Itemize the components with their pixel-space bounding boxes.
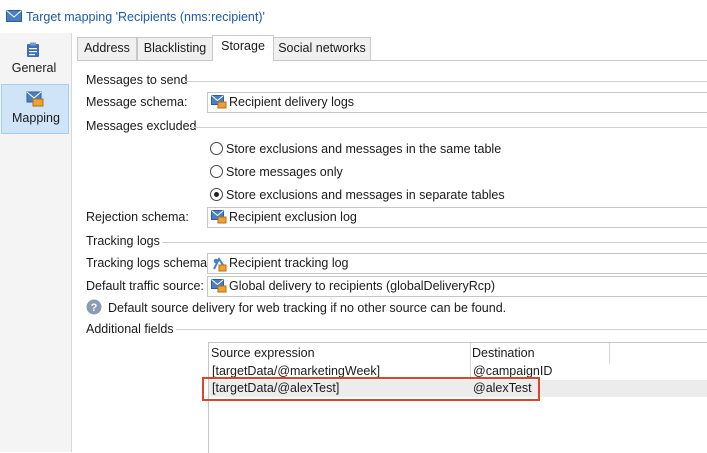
radio-separate-tables[interactable]: [210, 188, 223, 201]
clipboard-icon: [27, 42, 39, 57]
column-separator: [609, 343, 610, 364]
nav-item-general[interactable]: General: [0, 38, 68, 80]
section-messages-to-send: Messages to send: [86, 73, 188, 87]
tab-storage[interactable]: Storage: [212, 35, 274, 61]
tracking-logs-schema-value: Recipient tracking log: [229, 256, 349, 270]
radio-label-separate-tables: Store exclusions and messages in separat…: [226, 188, 505, 202]
message-schema-label: Message schema:: [86, 95, 188, 109]
svg-text:?: ?: [91, 302, 98, 314]
tab-address[interactable]: Address: [77, 37, 137, 60]
schema-icon: [211, 95, 227, 109]
section-divider: [184, 81, 707, 82]
left-nav-panel: General Mapping: [0, 33, 72, 452]
section-divider: [176, 329, 707, 330]
default-traffic-source-value: Global delivery to recipients (globalDel…: [229, 279, 496, 293]
rejection-schema-label: Rejection schema:: [86, 210, 189, 224]
delivery-icon: [211, 279, 227, 293]
message-schema-value: Recipient delivery logs: [229, 95, 355, 109]
tracking-logs-schema-field[interactable]: Recipient tracking log: [207, 253, 707, 274]
radio-label-same-table: Store exclusions and messages in the sam…: [226, 142, 502, 156]
rejection-schema-field[interactable]: Recipient exclusion log: [207, 207, 707, 228]
section-messages-excluded: Messages excluded: [86, 119, 197, 133]
rejection-schema-value: Recipient exclusion log: [229, 210, 357, 224]
tab-divider: [77, 60, 707, 61]
help-icon[interactable]: ?: [86, 299, 102, 315]
tracking-logs-schema-label: Tracking logs schema:: [86, 256, 211, 270]
section-additional-fields: Additional fields: [86, 322, 174, 336]
radio-same-table[interactable]: [210, 142, 223, 155]
tab-social-networks[interactable]: Social networks: [273, 37, 371, 60]
nav-label-general: General: [11, 61, 57, 75]
window-titlebar: Target mapping 'Recipients (nms:recipien…: [0, 0, 707, 33]
table-cell-source[interactable]: [targetData/@marketingWeek]: [212, 364, 380, 378]
section-tracking-logs: Tracking logs: [86, 234, 160, 248]
radio-messages-only[interactable]: [210, 165, 223, 178]
highlight-box: [202, 377, 540, 401]
default-traffic-source-field[interactable]: Global delivery to recipients (globalDel…: [207, 276, 707, 297]
mapping-icon: [26, 91, 44, 107]
table-cell-destination[interactable]: @campaignID: [473, 364, 552, 378]
section-divider: [162, 242, 707, 243]
window-title: Target mapping 'Recipients (nms:recipien…: [26, 10, 265, 24]
column-separator: [470, 343, 471, 381]
nav-label-mapping: Mapping: [12, 111, 60, 125]
envelope-icon: [6, 10, 22, 22]
column-header-destination[interactable]: Destination: [472, 346, 535, 360]
tracking-icon: [213, 257, 227, 272]
radio-label-messages-only: Store messages only: [226, 165, 343, 179]
default-traffic-source-label: Default traffic source:: [86, 279, 204, 293]
tab-blacklisting[interactable]: Blacklisting: [137, 37, 213, 60]
section-divider: [190, 127, 707, 128]
column-header-source-expression[interactable]: Source expression: [211, 346, 315, 360]
message-schema-field[interactable]: Recipient delivery logs: [207, 92, 707, 113]
nav-item-mapping[interactable]: Mapping: [1, 84, 69, 134]
info-text: Default source delivery for web tracking…: [108, 301, 507, 315]
schema-icon: [211, 210, 227, 224]
